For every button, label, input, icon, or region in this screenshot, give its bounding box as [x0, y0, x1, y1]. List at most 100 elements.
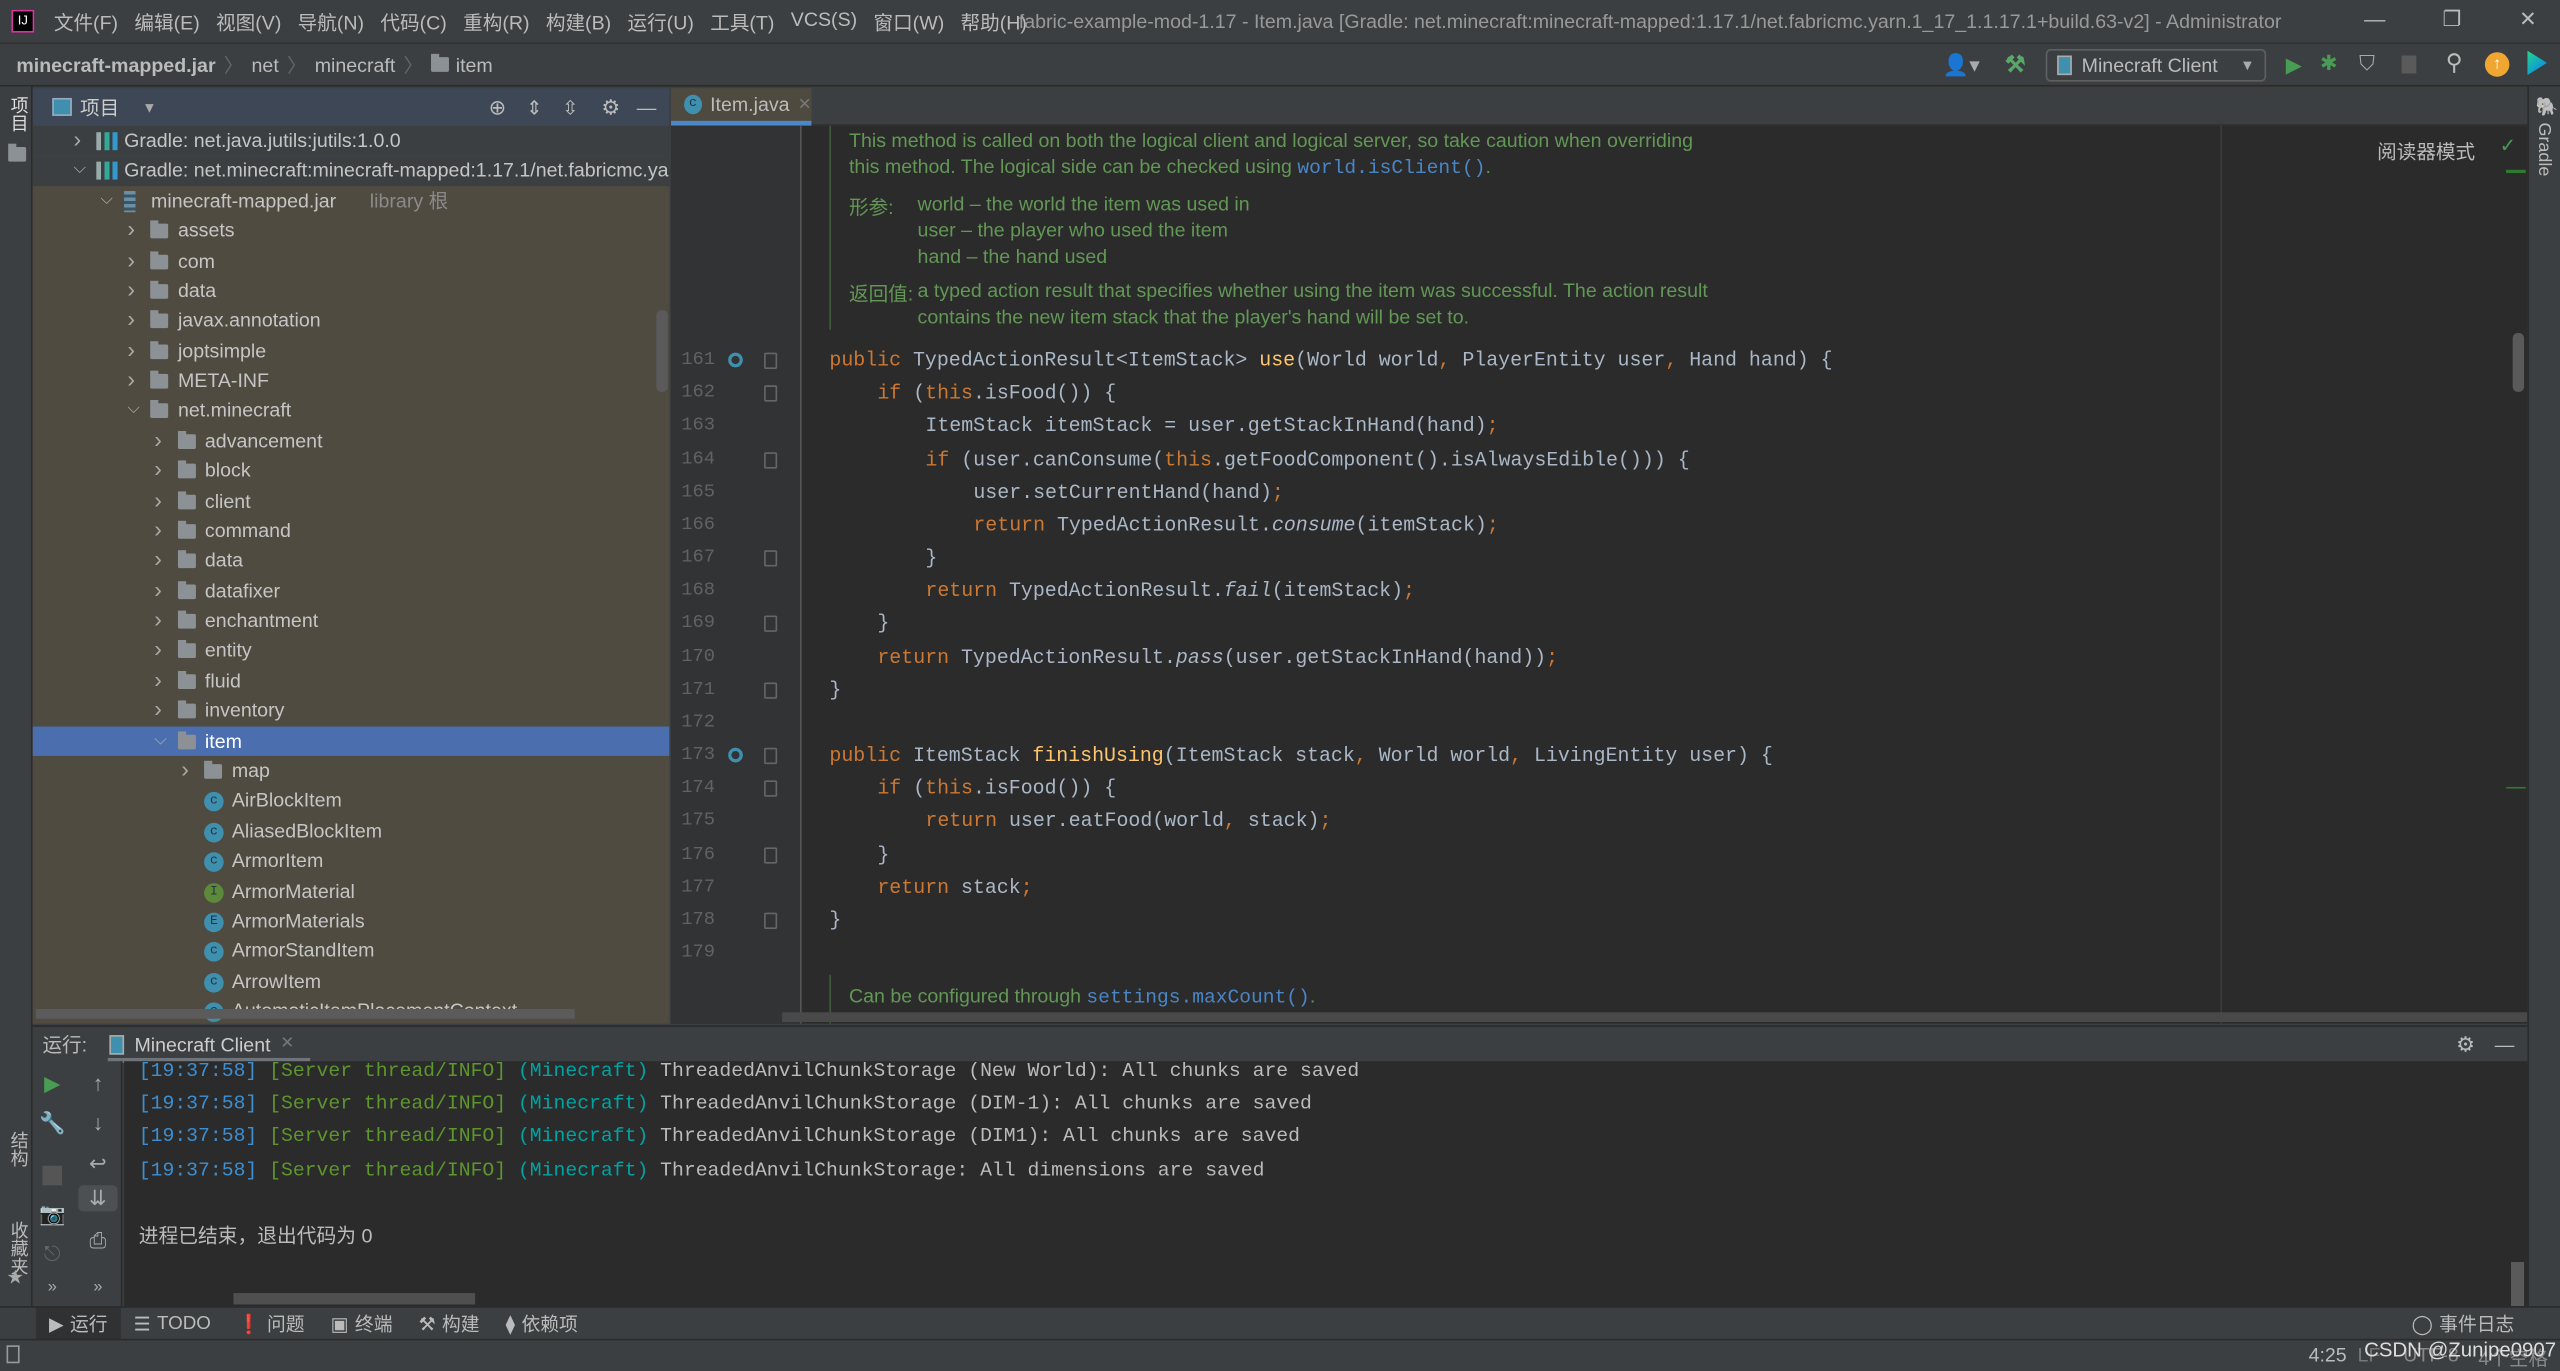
menu-code[interactable]: 代码(C) [372, 7, 455, 35]
chevron-right-icon[interactable]: › [154, 664, 162, 694]
fold-collapse-icon[interactable] [764, 780, 778, 798]
gradle-tool-tab[interactable]: Gradle [2534, 122, 2554, 176]
tree-item[interactable]: › data [33, 546, 670, 576]
chevron-down-icon[interactable]: ⌵ [127, 396, 139, 426]
structure-tool-tab[interactable]: 结构 [5, 1131, 31, 1167]
tree-item[interactable]: ⌵ minecraft-mapped.jar library 根 [33, 186, 670, 216]
tree-item[interactable]: › com [33, 246, 670, 276]
tree-item[interactable]: c ArmorStandItem [33, 936, 670, 966]
event-log-button[interactable]: ◯ 事件日志 [2399, 1307, 2528, 1341]
fold-collapse-icon[interactable] [764, 747, 778, 765]
tree-item[interactable]: › javax.annotation [33, 306, 670, 336]
tree-item[interactable]: › fluid [33, 666, 670, 696]
tree-vertical-scrollbar[interactable] [656, 310, 668, 392]
tree-item[interactable]: c AliasedBlockItem [33, 816, 670, 846]
locate-file-icon[interactable]: ⊕ [489, 94, 507, 120]
tree-item[interactable]: › block [33, 456, 670, 486]
chevron-right-icon[interactable]: › [127, 274, 135, 304]
wrench-icon[interactable]: 🔧 [33, 1110, 72, 1136]
tool-tab-terminal[interactable]: ▣ 终端 [318, 1307, 406, 1341]
chevron-right-icon[interactable]: › [127, 244, 135, 274]
soft-wrap-icon[interactable]: ↩ [78, 1151, 117, 1177]
exit-icon[interactable]: ⎋ [33, 1241, 72, 1267]
maximize-icon[interactable]: ❐ [2442, 7, 2461, 33]
tree-item[interactable]: › map [33, 756, 670, 786]
chevron-right-icon[interactable]: › [154, 694, 162, 724]
inspection-ok-check-icon[interactable]: ✓ [2500, 134, 2516, 157]
fold-end-icon[interactable] [764, 912, 778, 929]
more-icon[interactable]: » [33, 1278, 72, 1296]
tree-item[interactable]: › joptsimple [33, 336, 670, 366]
run-with-coverage-icon[interactable]: ⛉ [2359, 51, 2375, 77]
chevron-right-icon[interactable]: › [154, 514, 162, 544]
update-icon[interactable]: ↑ [2484, 52, 2510, 77]
console-output[interactable]: [19:37:58] [Server thread/INFO] (Minecra… [124, 1061, 2528, 1307]
run-button[interactable]: ▶ [2286, 52, 2302, 78]
run-config-dropdown[interactable]: Minecraft Client ▼ [2045, 48, 2267, 82]
chevron-down-icon[interactable]: ⌵ [154, 726, 166, 756]
chevron-right-icon[interactable]: › [154, 454, 162, 484]
tool-tab-build[interactable]: ⚒ 构建 [406, 1307, 493, 1341]
tree-item[interactable]: ⌵ Gradle: net.minecraft:minecraft-mapped:… [32, 155, 670, 186]
menu-tools[interactable]: 工具(T) [702, 7, 783, 35]
tree-item[interactable]: c ArrowItem [33, 966, 670, 996]
console-vertical-scrollbar[interactable] [2511, 1262, 2525, 1307]
close-tab-icon[interactable]: ✕ [280, 1035, 294, 1053]
fold-collapse-icon[interactable] [764, 451, 778, 468]
tree-item[interactable]: › datafixer [33, 576, 670, 606]
arrow-up-icon[interactable]: ↑ [78, 1071, 117, 1095]
expand-all-icon[interactable]: ⇕ [526, 96, 542, 119]
run-tab-minecraft-client[interactable]: Minecraft Client [134, 1033, 270, 1056]
project-tool-tab[interactable]: 项目 [5, 96, 31, 132]
fold-end-icon[interactable] [764, 681, 778, 699]
print-icon[interactable]: ⎙ [78, 1228, 117, 1254]
doc-link[interactable]: settings.maxCount() [1086, 986, 1309, 1009]
debug-bug-icon[interactable]: ✱ [2320, 51, 2338, 77]
override-method-icon[interactable] [728, 352, 743, 368]
hide-panel-icon[interactable]: — [637, 96, 657, 119]
build-hammer-icon[interactable]: ⚒ [2005, 51, 2026, 79]
camera-icon[interactable]: 📷 [33, 1202, 72, 1228]
chevron-down-icon[interactable]: ▼ [142, 99, 157, 115]
menu-edit[interactable]: 编辑(E) [126, 7, 208, 35]
doc-link[interactable]: world.isClient() [1297, 157, 1485, 180]
tree-item[interactable]: c ArmorItem [33, 846, 670, 876]
menu-run[interactable]: 运行(U) [619, 7, 702, 35]
chevron-right-icon[interactable]: › [127, 334, 135, 364]
chevron-right-icon[interactable]: › [154, 604, 162, 634]
chevron-right-icon[interactable]: › [154, 634, 162, 664]
breadcrumb-net[interactable]: net [252, 53, 279, 76]
tree-item[interactable]: I ArmorMaterial [33, 876, 670, 906]
menu-build[interactable]: 构建(B) [538, 7, 620, 35]
override-method-icon[interactable] [728, 747, 743, 763]
breadcrumb-item[interactable]: item [456, 53, 493, 76]
chevron-right-icon[interactable]: › [127, 364, 135, 394]
tool-tab-run[interactable]: ▶ 运行 [35, 1306, 121, 1342]
tree-item[interactable]: › command [33, 516, 670, 546]
chevron-right-icon[interactable]: › [127, 214, 135, 244]
menu-view[interactable]: 视图(V) [208, 7, 290, 35]
minimize-button[interactable]: — [2364, 7, 2385, 31]
stop-icon[interactable] [42, 1165, 63, 1186]
chevron-right-icon[interactable]: › [154, 544, 162, 574]
stop-button[interactable] [2401, 55, 2417, 74]
gear-icon[interactable]: ⚙ [2456, 1031, 2475, 1057]
close-tab-icon[interactable]: ✕ [798, 96, 812, 114]
tool-tab-todo[interactable]: ☰ TODO [121, 1307, 224, 1341]
tree-item[interactable]: › Gradle: net.java.jutils:jutils:1.0.0 [32, 125, 670, 156]
user-icon[interactable]: 👤▾ [1943, 52, 1980, 78]
tree-item[interactable]: › client [33, 486, 670, 516]
tree-item[interactable]: › META-INF [33, 366, 670, 396]
tree-horizontal-scrollbar[interactable] [35, 1008, 575, 1019]
menu-vcs[interactable]: VCS(S) [783, 7, 866, 35]
scroll-to-end-icon[interactable]: ⇊ [78, 1185, 118, 1212]
more-icon[interactable]: » [78, 1278, 117, 1296]
fold-end-icon[interactable] [764, 846, 778, 863]
tab-item-java[interactable]: c Item.java ✕ [671, 88, 812, 126]
code-editor[interactable]: 161 162 163 164 165 166 167 168 169 170 171 172 173 1… [671, 125, 2528, 1024]
menu-file[interactable]: 文件(F) [46, 7, 127, 35]
menu-window[interactable]: 窗口(W) [865, 7, 952, 35]
tree-item[interactable]: › enchantment [33, 606, 670, 636]
toggle-tool-windows-icon[interactable] [6, 1345, 20, 1364]
fold-collapse-icon[interactable] [764, 385, 778, 402]
